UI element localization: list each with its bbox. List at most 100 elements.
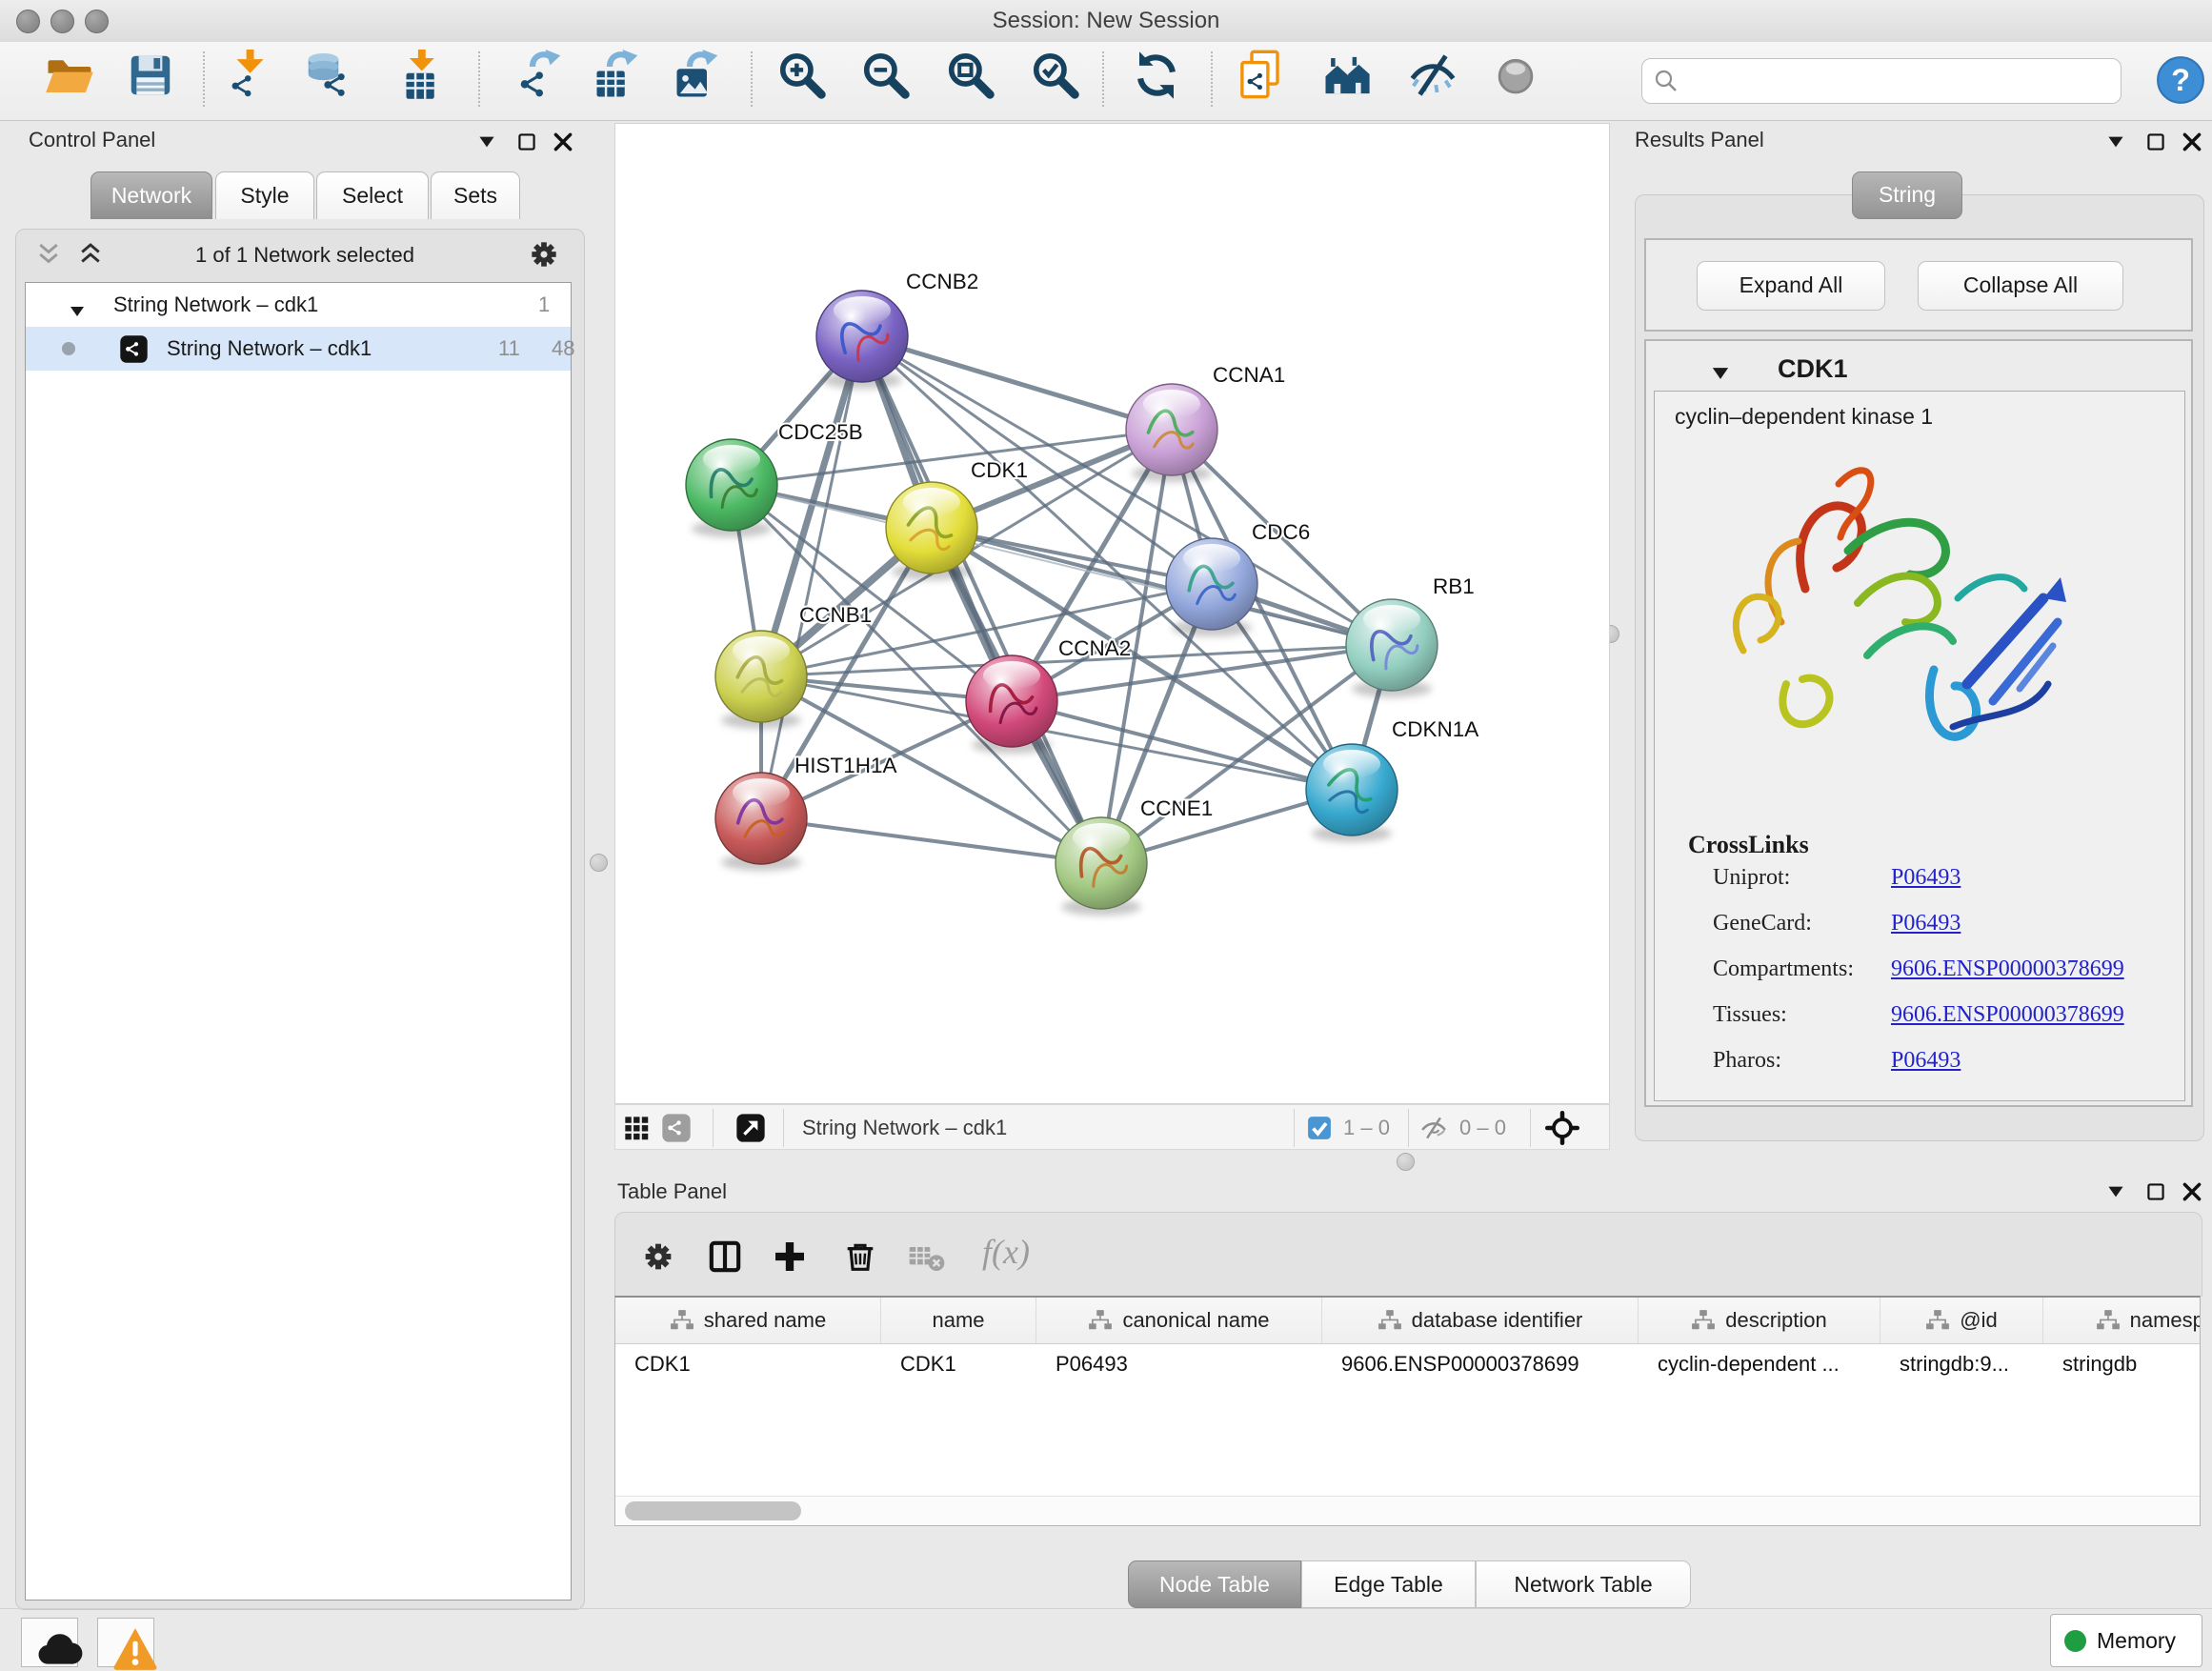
network-row-selected[interactable]: String Network – cdk1 11 48 <box>26 327 571 371</box>
table-panel-menu-icon[interactable] <box>2103 1179 2128 1204</box>
export-image-button[interactable] <box>673 50 724 101</box>
crosslink-link[interactable]: P06493 <box>1891 911 1961 936</box>
show-columns-icon[interactable] <box>706 1238 744 1276</box>
tab-string[interactable]: String <box>1852 171 1962 219</box>
network-overview-icon[interactable] <box>661 1113 692 1143</box>
collapse-all-networks-icon[interactable] <box>34 240 63 269</box>
toolbar-separator <box>1211 51 1213 107</box>
memory-button[interactable]: Memory <box>2050 1614 2202 1667</box>
zoom-out-button[interactable] <box>860 50 912 101</box>
birds-eye-toggle-icon[interactable] <box>1545 1111 1579 1145</box>
tab-select[interactable]: Select <box>316 171 429 219</box>
crosslink-link[interactable]: P06493 <box>1891 1048 1961 1074</box>
column-header-name[interactable]: name <box>881 1298 1036 1343</box>
tab-style[interactable]: Style <box>215 171 314 219</box>
results-panel-float-icon[interactable] <box>2143 130 2168 154</box>
edge-CCNB2-CCNA1[interactable] <box>862 336 1172 430</box>
save-session-button[interactable] <box>125 50 176 101</box>
expand-all-networks-icon[interactable] <box>76 240 105 269</box>
network-edge-count: 48 <box>552 327 574 371</box>
results-panel-close-icon[interactable] <box>2180 130 2204 154</box>
tab-network-table[interactable]: Network Table <box>1476 1560 1691 1608</box>
table-cell[interactable]: stringdb <box>2043 1343 2201 1385</box>
add-column-icon[interactable] <box>771 1238 809 1276</box>
import-table-from-file-button[interactable] <box>393 50 445 101</box>
column-header--id[interactable]: @id <box>1880 1298 2043 1343</box>
protein-structure-image <box>1715 446 2096 775</box>
tab-edge-table[interactable]: Edge Table <box>1301 1560 1476 1608</box>
search-field[interactable] <box>1641 58 2122 104</box>
table-cell[interactable]: 9606.ENSP00000378699 <box>1322 1343 1639 1385</box>
node-RB1[interactable]: RB1 <box>1346 574 1475 697</box>
network-canvas[interactable]: CCNB2CCNA1CDC25BCDK1CDC6RB1CCNB1CCNA2CDK… <box>614 123 1610 1104</box>
first-neighbors-button[interactable] <box>1321 50 1373 101</box>
column-header-namespace[interactable]: namespace <box>2043 1298 2201 1343</box>
column-header-canonical-name[interactable]: canonical name <box>1036 1298 1322 1343</box>
help-button[interactable]: ? <box>2156 55 2205 105</box>
show-all-button[interactable] <box>1490 50 1541 101</box>
hide-selected-button[interactable] <box>1407 50 1458 101</box>
grid-view-icon[interactable] <box>623 1115 650 1141</box>
import-network-from-database-button[interactable] <box>302 50 353 101</box>
network-status-dot <box>62 342 75 355</box>
gene-section-collapse-icon[interactable] <box>1707 360 1734 387</box>
bottom-splitter-handle[interactable] <box>1397 1153 1415 1171</box>
network-collection-row[interactable]: String Network – cdk1 1 <box>26 283 571 327</box>
column-header-shared-name[interactable]: shared name <box>615 1298 881 1343</box>
zoom-fit-button[interactable] <box>945 50 996 101</box>
left-splitter-handle[interactable] <box>590 854 608 872</box>
table-panel-float-icon[interactable] <box>2143 1179 2168 1204</box>
warnings-button[interactable] <box>97 1618 154 1667</box>
table-cell[interactable]: cyclin-dependent ... <box>1639 1343 1880 1385</box>
collapse-all-button[interactable]: Collapse All <box>1918 261 2123 311</box>
edge-CCNB2-CCNE1[interactable] <box>862 336 1101 863</box>
table-cell[interactable]: stringdb:9... <box>1880 1343 2043 1385</box>
tab-network[interactable]: Network <box>90 171 212 219</box>
export-network-button[interactable] <box>515 50 567 101</box>
column-header-database-identifier[interactable]: database identifier <box>1322 1298 1639 1343</box>
column-header-description[interactable]: description <box>1639 1298 1880 1343</box>
control-panel-float-icon[interactable] <box>514 130 539 154</box>
toolbar-separator <box>203 51 205 107</box>
node-CDKN1A[interactable]: CDKN1A <box>1306 717 1478 842</box>
export-table-button[interactable] <box>593 50 644 101</box>
zoom-selected-button[interactable] <box>1030 50 1081 101</box>
node-HIST1H1A[interactable]: HIST1H1A <box>715 754 897 871</box>
node-CDK1[interactable]: CDK1 <box>886 458 1028 580</box>
control-panel-close-icon[interactable] <box>551 130 575 154</box>
table-row[interactable]: CDK1CDK1P064939606.ENSP00000378699cyclin… <box>615 1343 2201 1385</box>
network-type-icon <box>119 334 149 364</box>
open-session-button[interactable] <box>44 50 95 101</box>
hidden-indicator-icon[interactable] <box>1419 1114 1448 1142</box>
table-horizontal-scrollbar[interactable] <box>615 1496 2200 1525</box>
tab-node-table[interactable]: Node Table <box>1128 1560 1301 1608</box>
network-list-options-icon[interactable] <box>526 236 562 272</box>
crosslink-link[interactable]: P06493 <box>1891 865 1961 891</box>
duplicate-network-button[interactable] <box>1235 50 1286 101</box>
selected-indicator-checkbox[interactable] <box>1307 1116 1332 1140</box>
table-cell[interactable]: P06493 <box>1036 1343 1322 1385</box>
search-input[interactable] <box>1688 63 2111 99</box>
table-cell[interactable]: CDK1 <box>615 1343 881 1385</box>
collection-expand-icon[interactable] <box>66 294 89 317</box>
crosslink-link[interactable]: 9606.ENSP00000378699 <box>1891 1002 2124 1028</box>
results-panel-menu-icon[interactable] <box>2103 130 2128 154</box>
import-network-from-file-button[interactable] <box>224 50 275 101</box>
control-panel-menu-icon[interactable] <box>474 130 499 154</box>
edge-CCNB2-HIST1H1A[interactable] <box>761 336 862 818</box>
expand-all-button[interactable]: Expand All <box>1697 261 1885 311</box>
table-panel-close-icon[interactable] <box>2180 1179 2204 1204</box>
tab-sets[interactable]: Sets <box>431 171 520 219</box>
memory-status-dot <box>2064 1630 2086 1652</box>
refresh-view-button[interactable] <box>1131 50 1182 101</box>
scrollbar-thumb[interactable] <box>625 1501 801 1520</box>
detach-view-icon[interactable] <box>735 1113 766 1143</box>
delete-column-icon[interactable] <box>841 1238 879 1276</box>
edge-HIST1H1A-CCNE1[interactable] <box>761 818 1101 863</box>
table-cell[interactable]: CDK1 <box>881 1343 1036 1385</box>
zoom-in-button[interactable] <box>776 50 828 101</box>
crosslink-link[interactable]: 9606.ENSP00000378699 <box>1891 956 2124 982</box>
cloud-status-button[interactable] <box>21 1618 78 1667</box>
toolbar-separator <box>1102 51 1104 107</box>
table-options-icon[interactable] <box>639 1238 677 1276</box>
